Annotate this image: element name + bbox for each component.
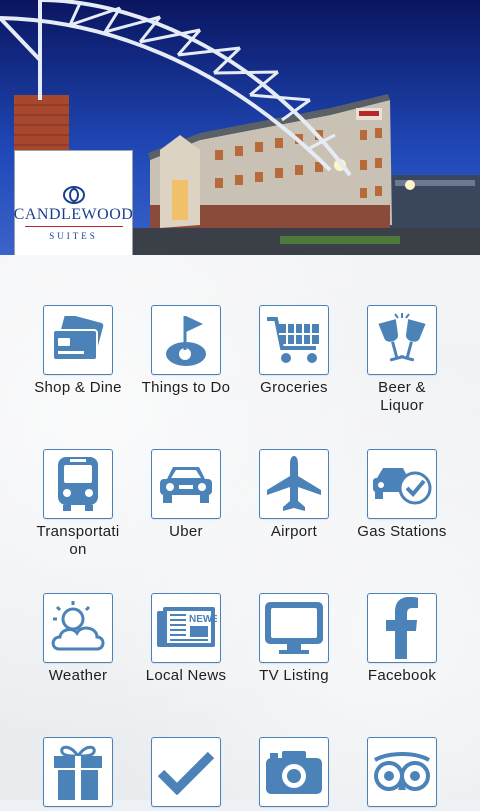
things-to-do-button[interactable] bbox=[151, 305, 221, 375]
tile-label: Groceries bbox=[260, 379, 328, 396]
facebook-icon bbox=[386, 597, 418, 659]
gift-button[interactable] bbox=[43, 737, 113, 807]
tile-label: Gas Stations bbox=[357, 523, 447, 540]
newspaper-icon: NEWS bbox=[157, 607, 217, 647]
photos-button[interactable] bbox=[259, 737, 329, 807]
menu-item-transportation[interactable]: Transportation bbox=[24, 449, 132, 559]
car-check-icon bbox=[373, 468, 432, 505]
menu-item-tv-listing[interactable]: TV Listing bbox=[240, 593, 348, 685]
tv-listing-button[interactable] bbox=[259, 593, 329, 663]
airport-button[interactable] bbox=[259, 449, 329, 519]
menu-item-shop-dine[interactable]: Shop & Dine bbox=[24, 305, 132, 397]
groceries-button[interactable] bbox=[259, 305, 329, 375]
facebook-button[interactable] bbox=[367, 593, 437, 663]
tile-label: Uber bbox=[169, 523, 203, 540]
menu-item-uber[interactable]: Uber bbox=[132, 449, 240, 541]
menu-item-groceries[interactable]: Groceries bbox=[240, 305, 348, 397]
hotel-hero-image: CANDLEWOOD SUITES bbox=[0, 0, 480, 255]
candlewood-logo-mark-icon bbox=[62, 185, 85, 204]
brand-rule bbox=[24, 225, 123, 227]
menu-item-facebook[interactable]: Facebook bbox=[348, 593, 456, 685]
menu-item-gas-stations[interactable]: Gas Stations bbox=[348, 449, 456, 541]
tile-label: Local News bbox=[145, 667, 227, 684]
bus-icon bbox=[58, 457, 98, 511]
brand-name: CANDLEWOOD bbox=[13, 205, 134, 223]
menu-item-airport[interactable]: Airport bbox=[240, 449, 348, 541]
tripadvisor-button[interactable] bbox=[367, 737, 437, 807]
menu-item-things-to-do[interactable]: Things to Do bbox=[132, 305, 240, 397]
candlewood-logo: CANDLEWOOD SUITES bbox=[14, 150, 133, 255]
gas-stations-button[interactable] bbox=[367, 449, 437, 519]
menu-item-weather[interactable]: Weather bbox=[24, 593, 132, 685]
weather-button[interactable] bbox=[43, 593, 113, 663]
camera-icon bbox=[266, 751, 322, 794]
tile-label: Transportation bbox=[36, 523, 120, 558]
car-icon bbox=[160, 467, 212, 503]
check-button[interactable] bbox=[151, 737, 221, 807]
svg-text:NEWS: NEWS bbox=[189, 614, 217, 625]
wine-glasses-icon bbox=[378, 313, 426, 362]
tile-label: Things to Do bbox=[141, 379, 231, 396]
shopping-cart-icon bbox=[267, 317, 319, 363]
weather-icon bbox=[51, 601, 105, 651]
golf-flag-icon bbox=[166, 316, 206, 366]
beer-liquor-button[interactable] bbox=[367, 305, 437, 375]
menu-item-beer-liquor[interactable]: Beer & Liquor bbox=[348, 305, 456, 415]
tile-label: Facebook bbox=[367, 667, 437, 684]
tile-label: TV Listing bbox=[259, 667, 329, 684]
tile-label: Shop & Dine bbox=[34, 379, 122, 396]
uber-button[interactable] bbox=[151, 449, 221, 519]
tile-label: Weather bbox=[48, 667, 108, 684]
menu-grid: Shop & Dine Things to Do Groceries Beer … bbox=[0, 255, 480, 807]
airplane-icon bbox=[267, 456, 321, 511]
checkmark-icon bbox=[157, 751, 215, 795]
gift-icon bbox=[54, 745, 102, 800]
local-news-button[interactable]: NEWS bbox=[151, 593, 221, 663]
tile-label: Airport bbox=[270, 523, 318, 540]
brand-sub: SUITES bbox=[49, 230, 98, 241]
credit-cards-icon bbox=[52, 316, 104, 361]
menu-item-local-news[interactable]: NEWS Local News bbox=[132, 593, 240, 685]
tripadvisor-owl-icon bbox=[374, 752, 430, 791]
tv-icon bbox=[265, 602, 323, 654]
tile-label: Beer & Liquor bbox=[378, 379, 426, 414]
shop-dine-button[interactable] bbox=[43, 305, 113, 375]
transportation-button[interactable] bbox=[43, 449, 113, 519]
